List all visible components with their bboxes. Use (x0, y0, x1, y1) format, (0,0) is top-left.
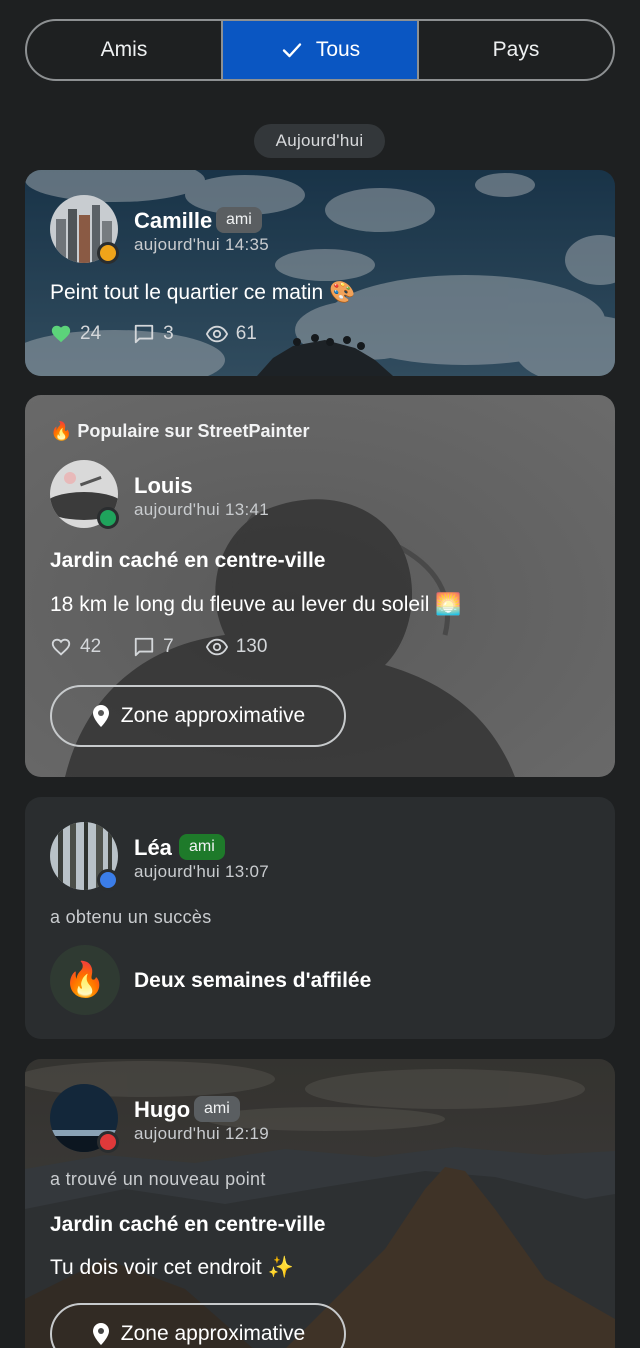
user-name[interactable]: Louis (134, 473, 193, 499)
filter-tab-label: Pays (492, 38, 540, 61)
check-icon (282, 43, 302, 58)
eye-icon (205, 638, 228, 656)
heart-filled-icon (51, 325, 71, 343)
date-separator: Aujourd'hui (254, 124, 385, 158)
friend-tag: ami (216, 207, 262, 233)
view-count: 61 (235, 323, 257, 344)
view-stat: 130 (205, 636, 268, 658)
like-count: 24 (80, 323, 102, 344)
filter-tab-pays[interactable]: Pays (417, 21, 613, 79)
view-stat: 61 (205, 323, 257, 345)
status-dot (97, 869, 119, 891)
friend-tag: ami (194, 1096, 240, 1122)
filter-tab-tous[interactable]: Tous (221, 21, 417, 79)
comment-count: 7 (163, 636, 174, 657)
user-name[interactable]: Léa (134, 835, 172, 861)
friend-tag: ami (179, 834, 225, 860)
post-stats: 24 3 61 (50, 323, 289, 345)
feed-card-camille[interactable]: Camille ami aujourd'hui 14:35 Peint tout… (25, 170, 615, 376)
timestamp: aujourd'hui 12:19 (134, 1124, 270, 1143)
comment-icon (134, 637, 154, 657)
location-label: Zone approximative (120, 704, 306, 727)
user-name[interactable]: Camille (134, 208, 212, 234)
post-text: Tu dois voir cet endroit ✨ (50, 1256, 294, 1279)
status-dot (97, 242, 119, 264)
heart-outline-icon (51, 638, 71, 656)
feed-card-louis[interactable]: 🔥 Populaire sur StreetPainter Louis aujo… (25, 395, 615, 777)
status-dot (97, 1131, 119, 1153)
like-stat[interactable]: 42 (50, 636, 101, 658)
location-pin-icon (92, 705, 109, 727)
comment-icon (134, 324, 154, 344)
timestamp: aujourd'hui 14:35 (134, 235, 270, 254)
popular-label: 🔥 Populaire sur StreetPainter (50, 421, 310, 441)
location-button[interactable]: Zone approximative (50, 685, 346, 747)
comment-count: 3 (163, 323, 174, 344)
filter-tab-label: Tous (315, 38, 361, 61)
fire-icon: 🔥 (50, 945, 120, 1015)
feed-filter-segmented: Amis Tous Pays (25, 19, 615, 81)
achievement-title: Deux semaines d'affilée (134, 969, 372, 992)
eye-icon (205, 325, 228, 343)
post-title: Jardin caché en centre-ville (50, 1213, 326, 1236)
status-dot (97, 507, 119, 529)
location-label: Zone approximative (120, 1322, 306, 1345)
location-button[interactable]: Zone approximative (50, 1303, 346, 1348)
post-text: 18 km le long du fleuve au lever du sole… (50, 593, 462, 616)
post-stats: 42 7 130 (50, 636, 299, 658)
comment-stat[interactable]: 3 (133, 323, 174, 345)
feed-card-hugo[interactable]: Hugo ami aujourd'hui 12:19 a trouvé un n… (25, 1059, 615, 1348)
post-text: Peint tout le quartier ce matin 🎨 (50, 281, 356, 304)
timestamp: aujourd'hui 13:07 (134, 862, 270, 881)
feed-card-lea[interactable]: Léa ami aujourd'hui 13:07 a obtenu un su… (25, 797, 615, 1039)
location-pin-icon (92, 1323, 109, 1345)
filter-tab-label: Amis (100, 38, 148, 61)
like-stat[interactable]: 24 (50, 323, 101, 345)
like-count: 42 (80, 636, 102, 657)
post-title: Jardin caché en centre-ville (50, 549, 326, 572)
timestamp: aujourd'hui 13:41 (134, 500, 270, 519)
view-count: 130 (235, 636, 268, 657)
filter-tab-amis[interactable]: Amis (27, 21, 221, 79)
comment-stat[interactable]: 7 (133, 636, 174, 658)
activity-text: a trouvé un nouveau point (50, 1169, 266, 1189)
activity-text: a obtenu un succès (50, 907, 212, 927)
user-name[interactable]: Hugo (134, 1097, 190, 1123)
